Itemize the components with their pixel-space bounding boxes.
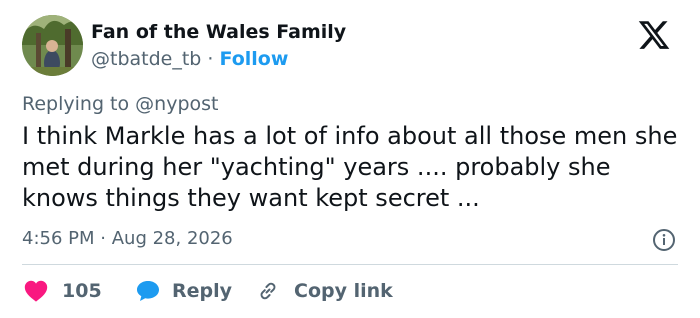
like-count: 105: [62, 280, 102, 302]
author-handle[interactable]: @tbatde_tb: [91, 48, 201, 70]
tweet-time[interactable]: 4:56 PM: [22, 228, 95, 249]
tweet-date[interactable]: Aug 28, 2026: [112, 228, 233, 249]
info-icon[interactable]: [652, 228, 676, 252]
reply-mention-link[interactable]: @nypost: [135, 93, 218, 115]
reply-context-prefix: Replying to: [22, 93, 130, 115]
link-icon: [256, 279, 280, 303]
copy-link-button[interactable]: Copy link: [256, 278, 393, 304]
author-avatar[interactable]: [22, 15, 83, 76]
like-button[interactable]: 105: [24, 278, 102, 304]
reply-button[interactable]: Reply: [136, 278, 232, 304]
tweet-text: I think Markle has a lot of info about a…: [22, 122, 678, 212]
reply-label: Reply: [172, 280, 233, 302]
heart-icon: [24, 280, 48, 302]
reply-bubble-icon: [136, 280, 160, 302]
x-logo-icon[interactable]: [637, 18, 671, 52]
divider: [22, 264, 678, 265]
author-name[interactable]: Fan of the Wales Family: [91, 21, 346, 43]
author-handle-row: @tbatde_tb · Follow: [91, 48, 288, 70]
reply-context: Replying to @nypost: [22, 93, 219, 115]
follow-button[interactable]: Follow: [220, 48, 289, 70]
timestamp-separator: ·: [100, 228, 106, 249]
tweet-timestamp[interactable]: 4:56 PM · Aug 28, 2026: [22, 228, 233, 249]
copy-link-label: Copy link: [294, 280, 393, 302]
handle-separator: ·: [207, 48, 214, 70]
